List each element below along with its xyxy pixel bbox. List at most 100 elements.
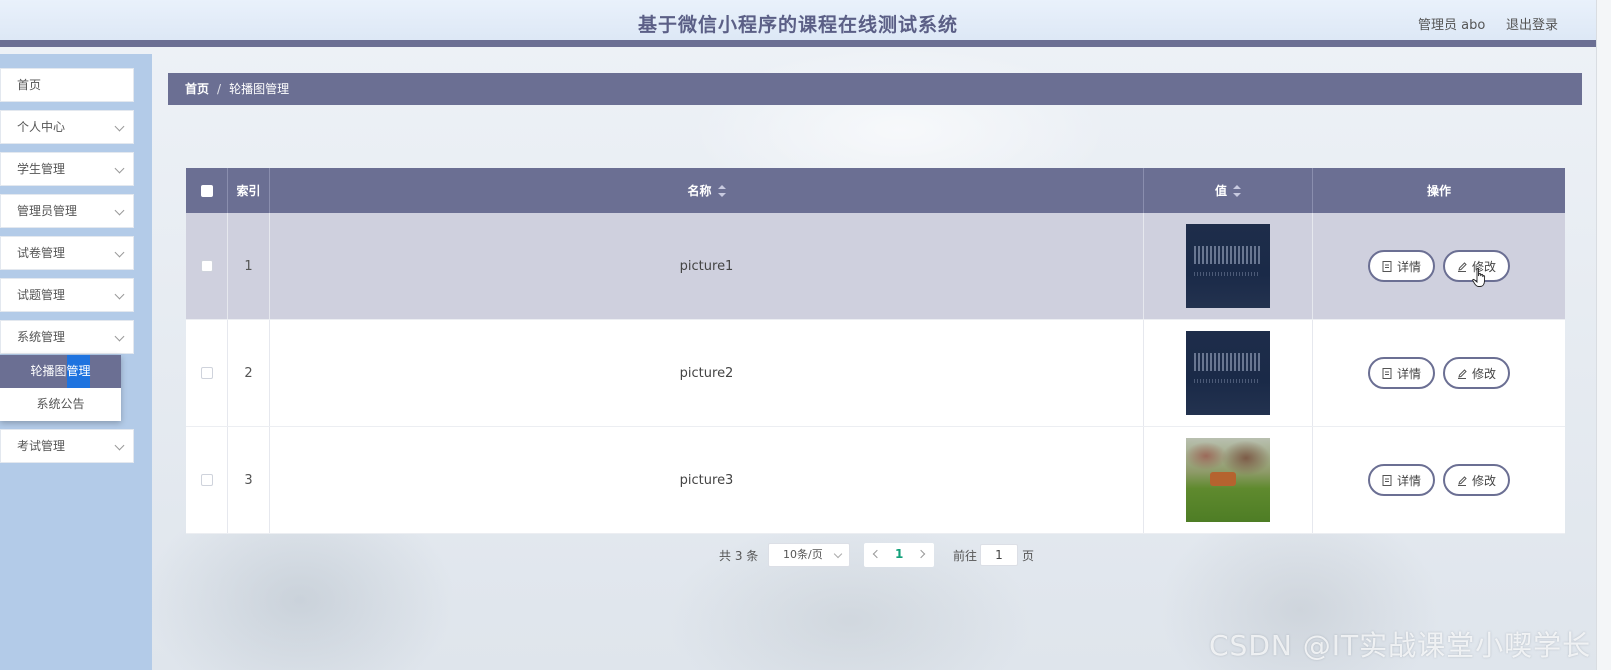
column-label: 操作: [1426, 184, 1451, 198]
total-count: 共 3 条: [719, 549, 759, 563]
edit-pencil-icon: [1458, 475, 1467, 486]
edit-button[interactable]: 修改: [1443, 464, 1511, 496]
chevron-down-icon: [114, 163, 125, 174]
row-checkbox[interactable]: [200, 367, 213, 379]
chevron-left-icon[interactable]: [872, 549, 882, 559]
sidebar-item-system[interactable]: 系统管理: [0, 320, 134, 354]
submenu-label: 轮播图管理: [30, 364, 91, 378]
row-select: [186, 427, 228, 533]
breadcrumb-home[interactable]: 首页: [185, 82, 209, 96]
name-text: picture2: [679, 365, 734, 381]
row-actions: 详情 修改: [1313, 427, 1565, 533]
chevron-down-icon: [114, 247, 125, 258]
banner-thumbnail[interactable]: [1186, 224, 1270, 308]
index-text: 3: [244, 472, 253, 488]
detail-button[interactable]: 详情: [1367, 250, 1435, 282]
table-row[interactable]: 2 picture2 详情 修改: [186, 320, 1565, 427]
chevron-down-icon: [114, 205, 125, 216]
chevron-down-icon: [114, 289, 125, 300]
column-label: 索引: [236, 184, 261, 198]
header-name[interactable]: 名称: [270, 168, 1144, 213]
row-select: [186, 320, 228, 426]
logout-link[interactable]: 退出登录: [1506, 14, 1558, 33]
name-text: picture1: [679, 258, 734, 274]
row-name: picture3: [270, 427, 1144, 533]
row-index: 2: [228, 320, 270, 426]
column-label: 名称: [687, 184, 712, 198]
table-row[interactable]: 1 picture1 详情 修改: [186, 213, 1565, 320]
sidebar-item-questions[interactable]: 试题管理: [0, 278, 134, 312]
chevron-right-icon[interactable]: [916, 549, 926, 559]
name-text: picture3: [679, 472, 734, 488]
window-edge: [1596, 0, 1611, 670]
submenu-item-announcements[interactable]: 系统公告: [0, 388, 121, 421]
row-checkbox[interactable]: [200, 474, 213, 486]
top-header: 基于微信小程序的课程在线测试系统 管理员 abo 退出登录: [0, 0, 1596, 47]
edit-pencil-icon: [1458, 261, 1467, 272]
page-size-value: 10条/页: [783, 548, 823, 561]
document-icon: [1382, 474, 1392, 486]
page-unit-label: 页: [1022, 549, 1035, 563]
table-header: 索引 名称 值 操作: [186, 168, 1565, 213]
watermark: CSDN @IT实战课堂小喫学长: [1209, 629, 1592, 662]
header-select-all: [186, 168, 228, 213]
current-user: 管理员 abo: [1418, 18, 1486, 33]
row-value: [1144, 320, 1313, 426]
detail-button[interactable]: 详情: [1367, 357, 1435, 389]
edit-pencil-icon: [1458, 368, 1467, 379]
sidebar-item-label: 系统管理: [17, 330, 66, 344]
sidebar-item-personal-center[interactable]: 个人中心: [0, 110, 134, 144]
chevron-down-icon: [114, 331, 125, 342]
button-label: 详情: [1396, 366, 1421, 381]
breadcrumb: 首页 / 轮播图管理: [168, 73, 1582, 105]
button-label: 详情: [1396, 259, 1421, 274]
sidebar-item-students[interactable]: 学生管理: [0, 152, 134, 186]
chevron-down-icon: [114, 121, 125, 132]
header-index: 索引: [228, 168, 270, 213]
submenu-item-carousel[interactable]: 轮播图管理: [0, 355, 121, 388]
table-row[interactable]: 3 picture3 详情 修改: [186, 427, 1565, 534]
row-select: [186, 213, 228, 319]
sidebar-item-home[interactable]: 首页: [0, 68, 134, 102]
goto-label: 前往: [953, 549, 978, 563]
header-actions: 操作: [1313, 168, 1565, 213]
row-index: 3: [228, 427, 270, 533]
breadcrumb-current: 轮播图管理: [229, 82, 290, 96]
document-icon: [1382, 367, 1392, 379]
index-text: 2: [244, 365, 253, 381]
row-checkbox[interactable]: [200, 260, 213, 272]
chevron-down-icon: [833, 549, 843, 559]
sort-icon[interactable]: [1233, 184, 1241, 197]
chevron-down-icon: [114, 440, 125, 451]
sidebar-item-admins[interactable]: 管理员管理: [0, 194, 134, 228]
hand-cursor-icon: [1472, 268, 1486, 287]
carousel-table: 索引 名称 值 操作 1 picture1 详情 修改 2 picture2 详…: [186, 168, 1565, 534]
row-name: picture2: [270, 320, 1144, 426]
sidebar-item-label: 试题管理: [17, 288, 66, 302]
sidebar-item-label: 试卷管理: [17, 246, 66, 260]
sidebar-item-papers[interactable]: 试卷管理: [0, 236, 134, 270]
sort-icon[interactable]: [717, 184, 726, 197]
index-text: 1: [244, 258, 253, 274]
sidebar-item-exams[interactable]: 考试管理: [0, 429, 134, 463]
submenu-label: 系统公告: [36, 397, 85, 411]
button-label: 修改: [1472, 366, 1497, 381]
select-all-checkbox[interactable]: [200, 184, 213, 197]
page-size-select[interactable]: 10条/页: [768, 543, 850, 567]
column-label: 值: [1214, 184, 1227, 198]
row-actions: 详情 修改: [1313, 320, 1565, 426]
row-value: [1144, 213, 1313, 319]
banner-thumbnail[interactable]: [1186, 331, 1270, 415]
button-label: 详情: [1396, 473, 1421, 488]
detail-button[interactable]: 详情: [1367, 464, 1435, 496]
row-value: [1144, 427, 1313, 533]
row-name: picture1: [270, 213, 1144, 319]
page-nav: 1: [864, 543, 934, 567]
park-thumbnail[interactable]: [1186, 438, 1270, 522]
pagination: 共 3 条 10条/页 1 前往 页: [0, 543, 1611, 567]
goto-page-input[interactable]: [980, 544, 1018, 566]
current-page[interactable]: 1: [895, 547, 903, 561]
header-value[interactable]: 值: [1144, 168, 1313, 213]
sidebar-item-label: 管理员管理: [17, 204, 78, 218]
edit-button[interactable]: 修改: [1443, 357, 1511, 389]
